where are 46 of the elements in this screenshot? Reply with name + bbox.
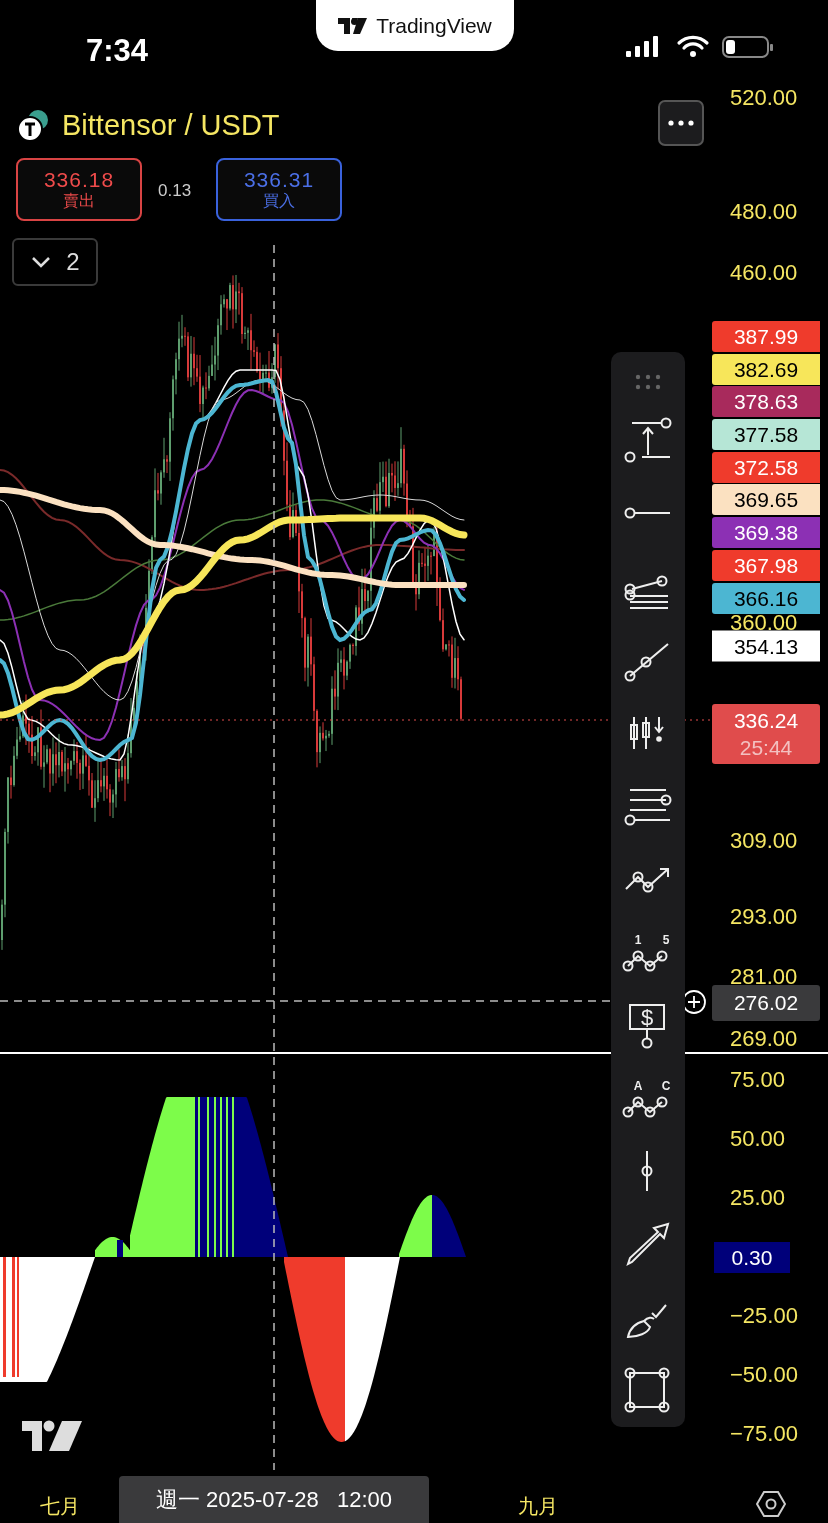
more-button[interactable]	[658, 100, 704, 146]
axis-label: 25.00	[730, 1187, 786, 1209]
axis-label: −25.00	[730, 1305, 798, 1327]
axis-label: 50.00	[730, 1128, 786, 1150]
logo-icon	[22, 1420, 82, 1452]
current-price-tag: 336.24 25:44	[712, 704, 820, 764]
axis-label: 520.00	[730, 87, 798, 109]
axis-label: 460.00	[730, 262, 798, 285]
axis-label: 九月	[518, 1494, 558, 1519]
axis-label: 269.00	[730, 1028, 798, 1050]
price-tag: 366.16	[712, 582, 820, 614]
wifi-icon	[677, 35, 709, 57]
grip-icon[interactable]	[633, 372, 663, 392]
axis-label: 309.00	[730, 830, 798, 853]
price-tag: 382.69	[712, 353, 820, 385]
price-tag: 378.63	[712, 386, 820, 418]
axis-label: 480.00	[730, 201, 798, 224]
settings-icon[interactable]	[756, 1489, 786, 1519]
battery-icon	[722, 36, 773, 58]
price-tag: 369.38	[712, 517, 820, 549]
indicator-value-tag: 0.30	[714, 1242, 790, 1273]
price-tag: 387.99	[712, 321, 820, 352]
price-tag: 369.65	[712, 484, 820, 516]
logo-icon	[338, 17, 369, 34]
axis-label: −75.00	[730, 1423, 798, 1445]
price-tag: 372.58	[712, 451, 820, 483]
crosshair-price-tag: 276.02	[712, 985, 820, 1021]
brand-name: TradingView	[376, 12, 492, 39]
sell-button[interactable]: 336.18 賣出	[16, 158, 142, 221]
more-icon	[668, 120, 694, 126]
axis-label: 75.00	[730, 1069, 786, 1091]
axis-label: 七月	[40, 1494, 80, 1519]
axis-label: 293.00	[730, 906, 798, 928]
indicator-toggle[interactable]: 2	[12, 238, 98, 286]
price-tag: 354.13	[712, 630, 820, 662]
axis-label: −50.00	[730, 1364, 798, 1386]
buy-button[interactable]: 336.31 買入	[216, 158, 342, 221]
status-time: 7:34	[86, 32, 149, 70]
chevron-icon	[30, 255, 53, 269]
symbol-title: Bittensor / USDT	[62, 108, 280, 143]
axis-label: 281.00	[730, 965, 798, 988]
crosshair-time-tag: 週一 2025-07-28 12:00	[119, 1476, 429, 1523]
spread-value: 0.13	[158, 180, 192, 202]
signal-icon	[626, 36, 658, 57]
price-tag: 377.58	[712, 419, 820, 451]
price-tag: 367.98	[712, 549, 820, 581]
